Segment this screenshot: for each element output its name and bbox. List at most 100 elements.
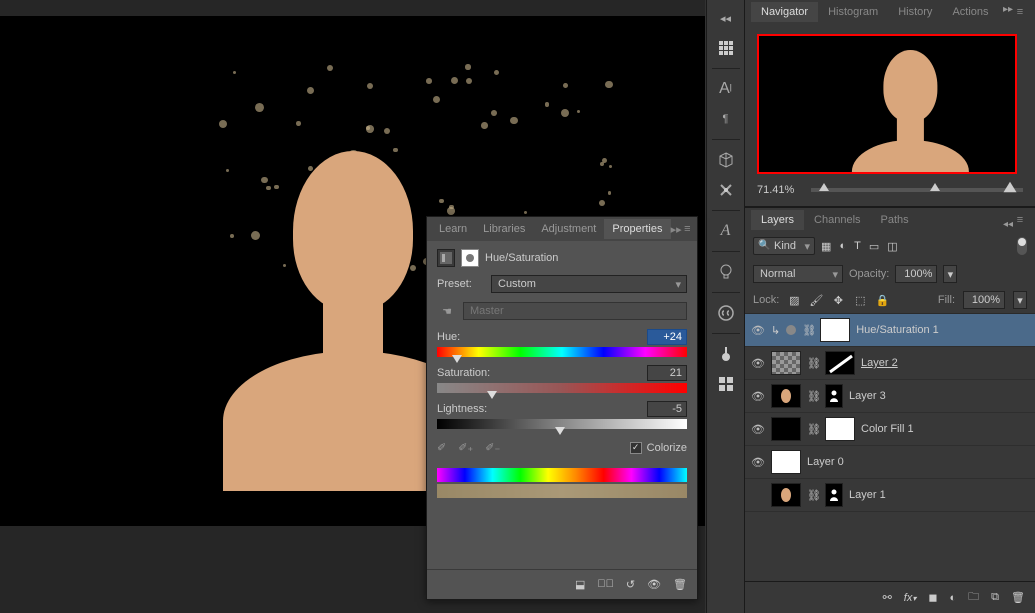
tab-learn[interactable]: Learn bbox=[431, 219, 475, 239]
layer-thumbnail[interactable] bbox=[771, 351, 801, 375]
visibility-icon[interactable]: 👁 bbox=[751, 324, 765, 337]
character-icon[interactable]: A| bbox=[712, 75, 740, 103]
eyedropper-add-icon[interactable]: ✐₊ bbox=[458, 441, 473, 454]
delete-adjustment-icon[interactable]: 🗑 bbox=[673, 578, 687, 591]
layer-mask-thumbnail[interactable] bbox=[825, 384, 843, 408]
layer-row[interactable]: 👁Layer 0 bbox=[745, 446, 1035, 479]
tab-actions[interactable]: Actions bbox=[942, 2, 998, 22]
layer-name[interactable]: Layer 0 bbox=[807, 456, 1029, 468]
filter-pixel-icon[interactable]: ▦ bbox=[821, 240, 831, 253]
collapse-icon[interactable]: ◂◂ bbox=[1003, 219, 1013, 230]
layer-name[interactable]: Layer 3 bbox=[849, 390, 1029, 402]
colorize-checkbox[interactable]: ✓Colorize bbox=[630, 442, 687, 454]
tab-paths[interactable]: Paths bbox=[871, 210, 919, 230]
lock-position-icon[interactable]: ✥ bbox=[831, 294, 845, 307]
add-mask-icon[interactable]: ◼ bbox=[928, 591, 937, 604]
3d-icon[interactable] bbox=[712, 146, 740, 174]
eyedropper-sub-icon[interactable]: ✐₋ bbox=[485, 441, 500, 454]
filter-smart-icon[interactable]: ◫ bbox=[887, 240, 897, 253]
link-icon[interactable]: ⛓ bbox=[807, 357, 819, 370]
panel-menu-icon[interactable]: ≡ bbox=[1011, 6, 1029, 18]
layer-mask-thumbnail[interactable] bbox=[825, 351, 855, 375]
collapse-icon[interactable]: ◂◂ bbox=[712, 4, 740, 32]
mask-icon[interactable] bbox=[461, 249, 479, 267]
filter-adjust-icon[interactable]: ◐ bbox=[839, 240, 846, 253]
lightness-value[interactable]: -5 bbox=[647, 401, 687, 417]
visibility-icon[interactable]: 👁 bbox=[751, 357, 765, 370]
view-previous-icon[interactable]: 👁⃠ bbox=[597, 578, 614, 591]
lock-brush-icon[interactable]: 🖌 bbox=[809, 294, 823, 307]
navigator-thumbnail[interactable] bbox=[757, 34, 1017, 174]
preset-select[interactable]: Custom bbox=[491, 275, 687, 293]
lock-artboard-icon[interactable]: ⬚ bbox=[853, 294, 867, 307]
lock-transparency-icon[interactable]: ▨ bbox=[787, 294, 801, 307]
lock-all-icon[interactable]: 🔒 bbox=[875, 294, 889, 307]
fill-dropdown[interactable]: ▾ bbox=[1013, 291, 1027, 309]
layer-row[interactable]: 👁⛓Layer 2 bbox=[745, 347, 1035, 380]
layer-thumbnail[interactable] bbox=[771, 417, 801, 441]
paragraph-icon[interactable]: ¶ bbox=[712, 105, 740, 133]
link-icon[interactable]: ⛓ bbox=[807, 489, 819, 502]
layer-mask-thumbnail[interactable] bbox=[825, 483, 843, 507]
hue-slider[interactable] bbox=[437, 347, 687, 357]
opacity-dropdown[interactable]: ▾ bbox=[943, 265, 957, 283]
zoom-slider[interactable] bbox=[811, 188, 1023, 192]
targeted-adjust-icon[interactable]: ☚ bbox=[437, 301, 457, 321]
link-icon[interactable]: ⛓ bbox=[807, 423, 819, 436]
reset-icon[interactable]: ↺ bbox=[626, 578, 635, 591]
layer-name[interactable]: Layer 1 bbox=[849, 489, 1029, 501]
zoom-out-icon[interactable] bbox=[819, 183, 829, 191]
clip-to-layer-icon[interactable]: ⬓ bbox=[575, 578, 585, 591]
delete-layer-icon[interactable]: 🗑 bbox=[1011, 591, 1025, 604]
layer-filter-kind[interactable]: Kind bbox=[753, 237, 815, 255]
filter-type-icon[interactable]: T bbox=[854, 240, 861, 253]
new-layer-icon[interactable]: ⧉ bbox=[991, 591, 999, 604]
tab-history[interactable]: History bbox=[888, 2, 942, 22]
opacity-value[interactable]: 100% bbox=[895, 265, 937, 283]
new-group-icon[interactable]: 🗀 bbox=[968, 588, 979, 607]
link-layers-icon[interactable]: ⚯ bbox=[883, 591, 892, 604]
toggle-visibility-icon[interactable]: 👁 bbox=[647, 578, 661, 591]
tab-libraries[interactable]: Libraries bbox=[475, 219, 533, 239]
tab-layers[interactable]: Layers bbox=[751, 210, 804, 230]
cc-libraries-icon[interactable] bbox=[712, 299, 740, 327]
layer-mask-thumbnail[interactable] bbox=[820, 318, 850, 342]
filter-shape-icon[interactable]: ▭ bbox=[869, 240, 879, 253]
saturation-slider[interactable] bbox=[437, 383, 687, 393]
layer-thumbnail[interactable] bbox=[771, 384, 801, 408]
layer-name[interactable]: Color Fill 1 bbox=[861, 423, 1029, 435]
tab-properties[interactable]: Properties bbox=[604, 219, 670, 239]
tab-histogram[interactable]: Histogram bbox=[818, 2, 888, 22]
zoom-value[interactable]: 71.41% bbox=[757, 184, 805, 196]
layer-mask-thumbnail[interactable] bbox=[825, 417, 855, 441]
layer-row[interactable]: 👁 ⛓ Color Fill 1 bbox=[745, 413, 1035, 446]
brush-panel-icon[interactable] bbox=[712, 340, 740, 368]
panel-menu-icon[interactable]: ≡ bbox=[1011, 214, 1029, 226]
filter-toggle[interactable] bbox=[1017, 237, 1027, 255]
tab-navigator[interactable]: Navigator bbox=[751, 2, 818, 22]
layer-thumbnail[interactable] bbox=[771, 483, 801, 507]
glyphs-icon[interactable]: A bbox=[712, 217, 740, 245]
zoom-in-icon[interactable] bbox=[1004, 182, 1017, 192]
collapse-icon[interactable]: ▸▸ bbox=[671, 223, 682, 236]
fill-value[interactable]: 100% bbox=[963, 291, 1005, 309]
tab-adjustment[interactable]: Adjustment bbox=[533, 219, 604, 239]
panel-menu-icon[interactable]: ≡ bbox=[682, 223, 693, 235]
tools-cross-icon[interactable] bbox=[712, 176, 740, 204]
layer-row[interactable]: ⛓ Layer 1 bbox=[745, 479, 1035, 512]
layer-name[interactable]: Hue/Saturation 1 bbox=[856, 324, 1029, 336]
lightness-slider[interactable] bbox=[437, 419, 687, 429]
swatches-icon[interactable] bbox=[712, 370, 740, 398]
link-icon[interactable]: ⛓ bbox=[802, 324, 814, 337]
layer-thumbnail[interactable] bbox=[771, 450, 801, 474]
grid-icon[interactable] bbox=[712, 34, 740, 62]
eyedropper-icon[interactable]: ✐ bbox=[437, 441, 446, 454]
tab-channels[interactable]: Channels bbox=[804, 210, 870, 230]
visibility-icon[interactable]: 👁 bbox=[751, 423, 765, 436]
visibility-icon[interactable]: 👁 bbox=[751, 390, 765, 403]
collapse-icon[interactable]: ▸▸ bbox=[1003, 4, 1013, 15]
link-icon[interactable]: ⛓ bbox=[807, 390, 819, 403]
layer-row[interactable]: 👁↳⛓Hue/Saturation 1 bbox=[745, 314, 1035, 347]
blend-mode-select[interactable]: Normal bbox=[753, 265, 843, 283]
saturation-value[interactable]: 21 bbox=[647, 365, 687, 381]
